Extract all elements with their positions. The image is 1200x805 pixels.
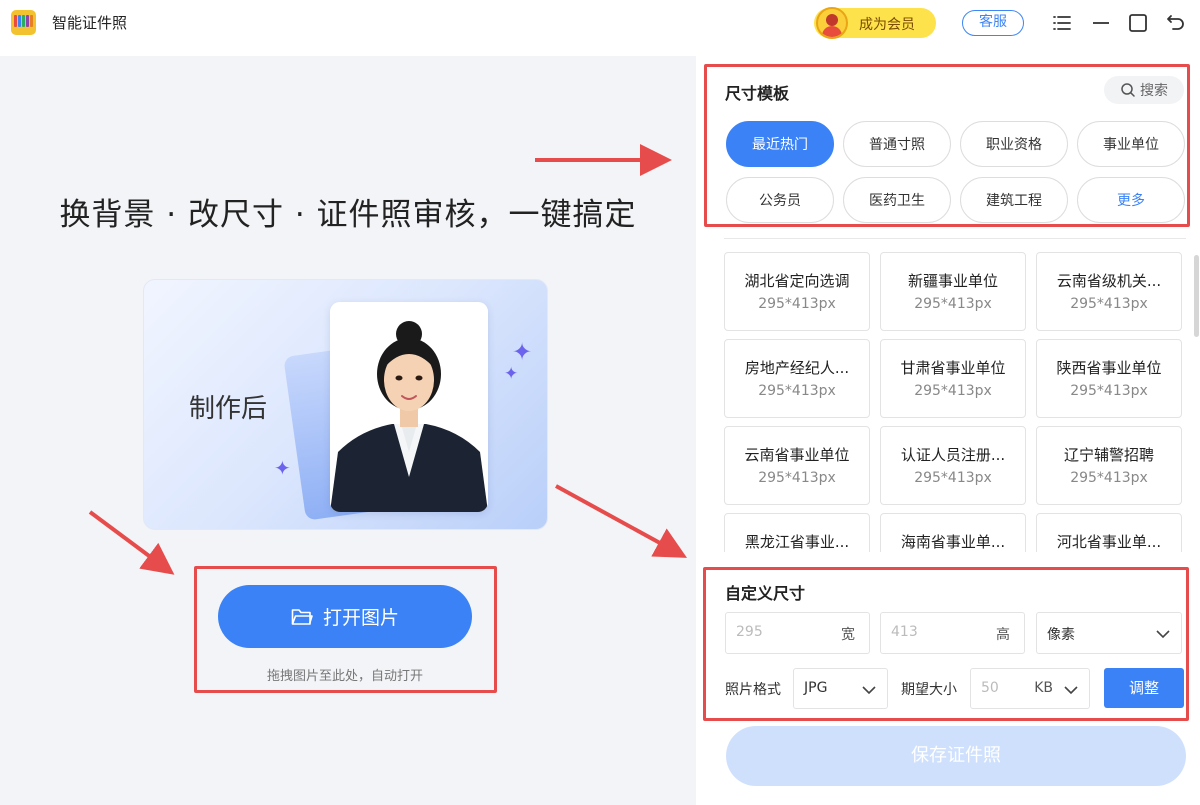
annotation-arrows <box>88 144 688 575</box>
